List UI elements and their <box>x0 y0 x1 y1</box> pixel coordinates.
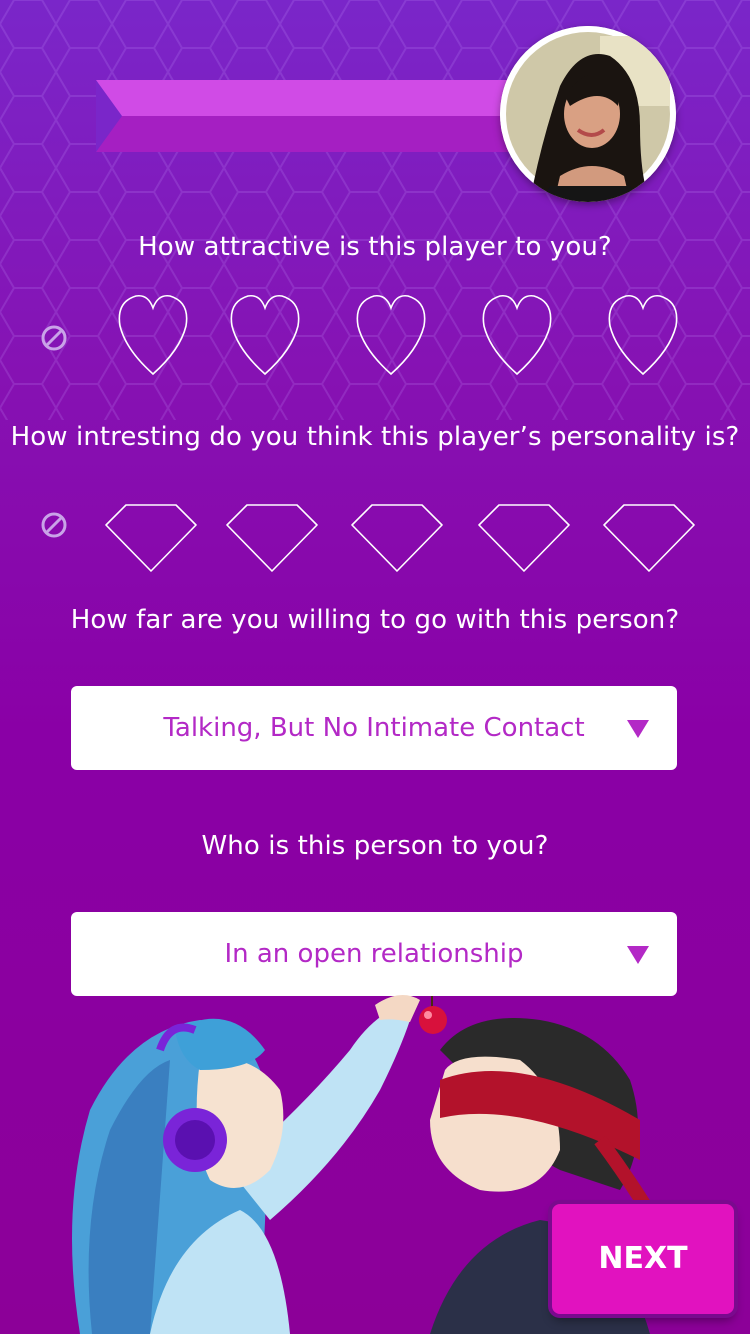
chevron-down-icon <box>627 720 649 738</box>
how-far-dropdown[interactable]: Talking, But No Intimate Contact <box>71 686 677 770</box>
who-selected-value: In an open relationship <box>224 939 524 969</box>
question-who: Who is this person to you? <box>201 831 549 861</box>
who-dropdown[interactable]: In an open relationship <box>71 912 677 996</box>
player-avatar[interactable] <box>500 26 676 202</box>
diamond-icon[interactable] <box>104 503 198 573</box>
question-attractive: How attractive is this player to you? <box>138 232 612 262</box>
clear-rating-icon[interactable] <box>39 323 69 353</box>
question-how-far: How far are you willing to go with this … <box>70 605 680 635</box>
next-button[interactable]: NEXT <box>552 1204 734 1314</box>
diamond-icon[interactable] <box>602 503 696 573</box>
heart-icon[interactable] <box>354 292 428 376</box>
heart-icon[interactable] <box>480 292 554 376</box>
chevron-down-icon <box>627 946 649 964</box>
question-personality: How intresting do you think this player’… <box>10 422 740 452</box>
diamond-icon[interactable] <box>350 503 444 573</box>
heart-icon[interactable] <box>228 292 302 376</box>
diamond-icon[interactable] <box>477 503 571 573</box>
heart-icon[interactable] <box>606 292 680 376</box>
clear-rating-icon[interactable] <box>39 510 69 540</box>
diamond-icon[interactable] <box>225 503 319 573</box>
ribbon-banner <box>96 80 516 152</box>
how-far-selected-value: Talking, But No Intimate Contact <box>163 713 585 743</box>
heart-icon[interactable] <box>116 292 190 376</box>
